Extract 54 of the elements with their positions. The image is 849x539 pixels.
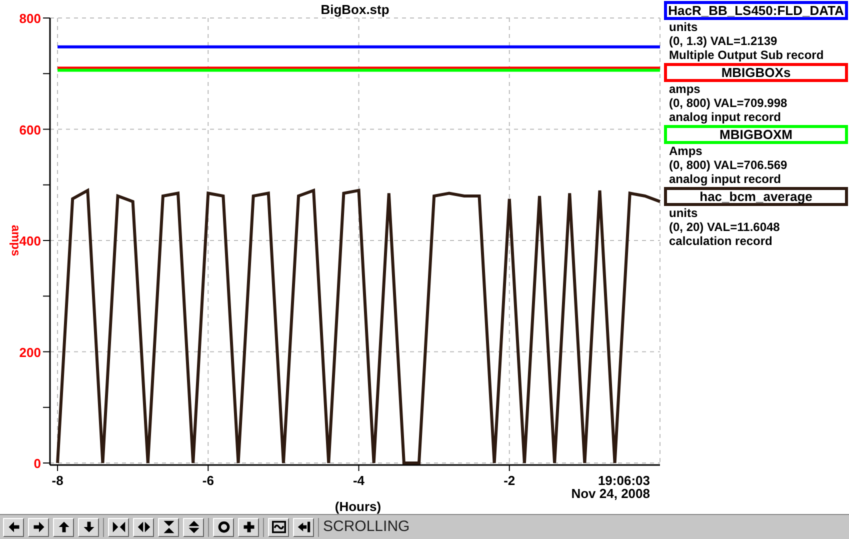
legend-header[interactable]: HacR_BB_LS450:FLD_DATA <box>664 1 848 20</box>
x-tick-label: -8 <box>52 473 64 488</box>
chart-title: BigBox.stp <box>320 2 390 17</box>
y-tick-label: 400 <box>19 234 41 248</box>
right-arrow-icon <box>32 520 46 534</box>
y-tick-label: 200 <box>19 344 41 360</box>
toolbar-button[interactable] <box>133 518 154 536</box>
legend-header[interactable]: MBIGBOXM <box>664 125 848 144</box>
legend-header[interactable]: MBIGBOXs <box>664 63 848 82</box>
x-tick-label: -6 <box>202 473 214 488</box>
legend-reading: (0, 800) VAL=706.569 <box>668 158 788 172</box>
left-arrow-icon <box>6 520 20 534</box>
ring-icon <box>216 520 230 534</box>
end-date: Nov 24, 2008 <box>571 486 650 501</box>
legend-record-type: Multiple Output Sub record <box>668 48 825 62</box>
arrow-to-bar-icon <box>296 520 310 534</box>
toolbar-button[interactable] <box>108 518 129 536</box>
down-arrow-icon <box>82 520 96 534</box>
y-tick-label: 800 <box>19 11 41 26</box>
outward-triangles-icon <box>136 520 150 534</box>
legend-record-type: analog input record <box>668 172 782 186</box>
legend-reading: (0, 20) VAL=11.6048 <box>668 220 781 234</box>
toolbar-button[interactable] <box>268 518 289 536</box>
legend-reading: (0, 800) VAL=709.998 <box>668 96 788 110</box>
legend-record-type: calculation record <box>668 234 774 248</box>
legend-record-type: analog input record <box>668 110 782 124</box>
toolbar-button[interactable] <box>78 518 99 536</box>
legend-units: Amps <box>668 144 704 158</box>
up-arrow-icon <box>56 520 70 534</box>
legend-reading: (0, 1.3) VAL=1.2139 <box>668 34 778 48</box>
y-tick-label: 600 <box>19 122 41 138</box>
plus-icon <box>242 520 256 534</box>
end-time: 19:06:03 <box>598 473 650 488</box>
toolbar-button[interactable] <box>238 518 259 536</box>
toolbar-button[interactable] <box>3 518 24 536</box>
y-tick-label: 0 <box>34 456 41 471</box>
toolbar-button[interactable] <box>28 518 49 536</box>
toolbar-button[interactable] <box>53 518 74 536</box>
x-tick-label: -2 <box>504 473 516 488</box>
legend-units: amps <box>668 82 702 96</box>
vertical-outward-triangles-icon <box>186 520 200 534</box>
wave-box-icon <box>272 520 286 534</box>
status-text: SCROLLING <box>323 516 410 537</box>
toolbar-button[interactable] <box>183 518 204 536</box>
x-axis-label: (Hours) <box>334 499 382 514</box>
inward-triangles-icon <box>112 520 126 534</box>
vertical-inward-triangles-icon <box>162 520 176 534</box>
legend-units: units <box>668 206 699 220</box>
toolbar-button[interactable] <box>213 518 234 536</box>
legend-units: units <box>668 20 699 34</box>
toolbar-button[interactable] <box>158 518 179 536</box>
x-tick-label: -4 <box>352 473 365 488</box>
legend-header[interactable]: hac_bcm_average <box>664 187 848 206</box>
toolbar-button[interactable] <box>293 518 314 536</box>
